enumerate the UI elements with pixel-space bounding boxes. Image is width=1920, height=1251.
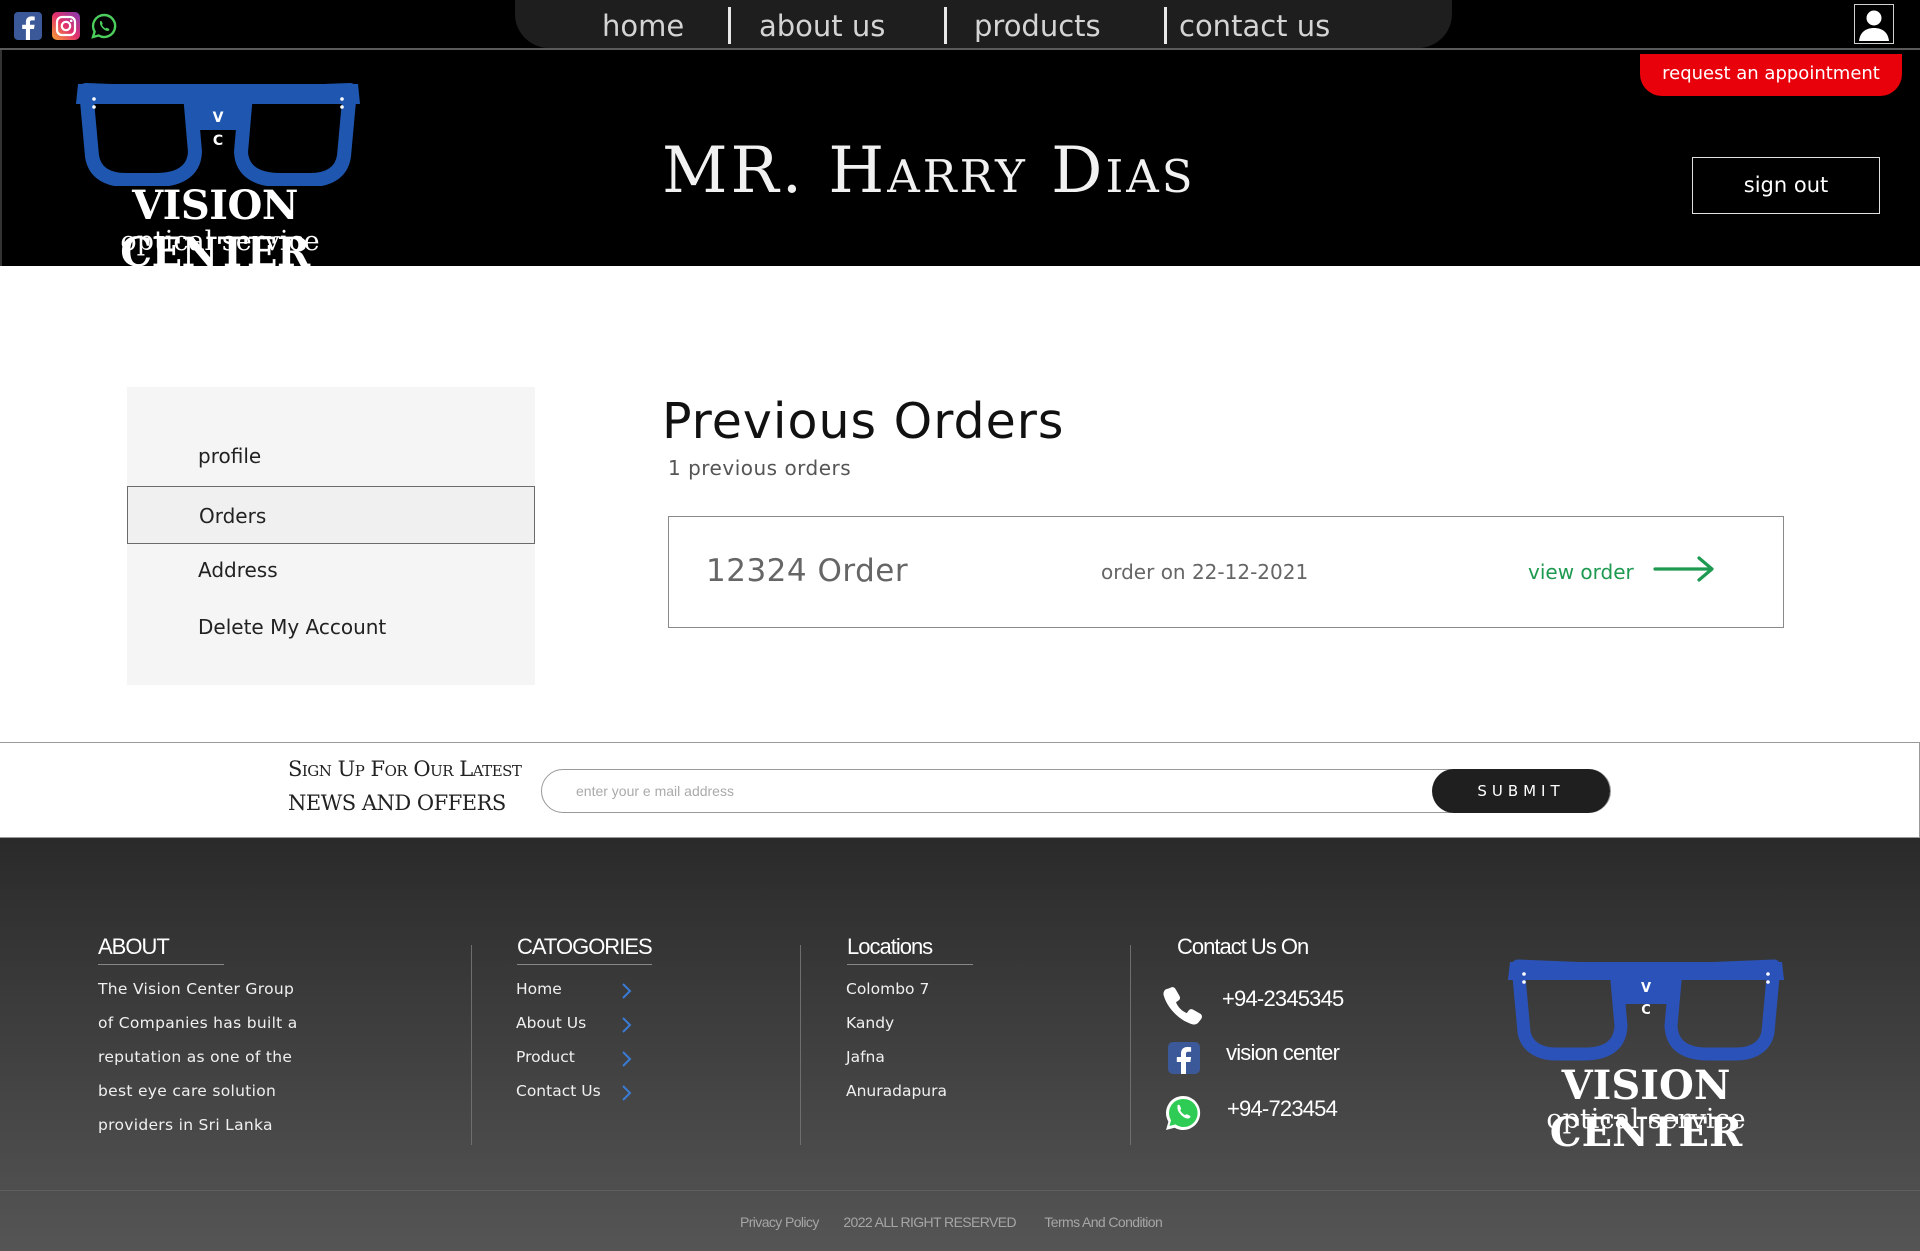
glasses-logo-icon: V C bbox=[1508, 959, 1784, 1061]
chevron-right-icon bbox=[622, 1017, 632, 1033]
footer-vision-center-logo: V C VISION CENTER optical service bbox=[1476, 956, 1816, 1156]
footer-link-home[interactable]: Home bbox=[516, 980, 562, 998]
nav-home[interactable]: home bbox=[602, 6, 684, 44]
facebook-icon bbox=[1168, 1042, 1200, 1074]
footer-phone-number[interactable]: +94-2345345 bbox=[1222, 986, 1344, 1012]
page-title: Previous Orders bbox=[662, 393, 1065, 450]
logo-initial-c: C bbox=[1641, 1003, 1651, 1018]
footer-categories-heading: CATOGORIES bbox=[517, 934, 653, 965]
footer-about-line: of Companies has built a bbox=[98, 1014, 298, 1032]
arrow-right-icon[interactable] bbox=[1653, 555, 1715, 583]
chevron-right-icon bbox=[622, 1051, 632, 1067]
facebook-icon[interactable] bbox=[14, 12, 42, 40]
footer-location: Jafna bbox=[846, 1048, 885, 1066]
account-sidebar: profile Orders Address Delete My Account bbox=[127, 387, 535, 685]
nav-separator bbox=[1164, 7, 1167, 44]
order-card: 12324 Order order on 22-12-2021 view ord… bbox=[668, 516, 1784, 628]
user-icon[interactable] bbox=[1854, 4, 1894, 44]
footer-about-line: best eye care solution bbox=[98, 1082, 277, 1100]
logo-subtitle: optical service bbox=[120, 226, 320, 257]
newsletter-heading-line2: NEWS AND OFFERS bbox=[288, 791, 506, 815]
chevron-right-icon bbox=[622, 1085, 632, 1101]
phone-icon bbox=[1163, 987, 1202, 1025]
vision-center-logo[interactable]: V C VISION CENTER optical service bbox=[48, 66, 388, 276]
footer-contact-heading: Contact Us On bbox=[1177, 934, 1309, 959]
order-date: order on 22-12-2021 bbox=[1101, 560, 1309, 584]
copyright-text: 2022 ALL RIGHT RESERVED bbox=[843, 1214, 1017, 1230]
footer-about-heading: ABOUT bbox=[98, 934, 224, 965]
newsletter-signup: Sign Up For Our Latest NEWS AND OFFERS S… bbox=[0, 742, 1920, 838]
nav-separator bbox=[728, 7, 731, 44]
main-nav: home about us products contact us bbox=[515, 0, 1452, 48]
sidebar-item-delete-account[interactable]: Delete My Account bbox=[127, 598, 535, 656]
orders-count: 1 previous orders bbox=[668, 456, 852, 480]
customer-name: MR. Harry Dias bbox=[662, 134, 1196, 208]
footer-about-line: The Vision Center Group bbox=[98, 980, 295, 998]
footer-location: Anuradapura bbox=[846, 1082, 947, 1100]
glasses-logo-icon: V C bbox=[76, 83, 360, 187]
footer-divider bbox=[471, 945, 472, 1145]
footer-divider bbox=[1130, 945, 1131, 1145]
footer-link-product[interactable]: Product bbox=[516, 1048, 575, 1066]
nav-contact-us[interactable]: contact us bbox=[1179, 6, 1330, 44]
top-nav-bar: home about us products contact us bbox=[0, 0, 1920, 50]
request-appointment-button[interactable]: request an appointment bbox=[1640, 54, 1902, 96]
footer-facebook-name[interactable]: vision center bbox=[1226, 1040, 1340, 1066]
site-footer: ABOUT The Vision Center Group of Compani… bbox=[0, 838, 1920, 1251]
footer-location: Colombo 7 bbox=[846, 980, 930, 998]
footer-about-text: The Vision Center Group of Companies has… bbox=[98, 972, 298, 1142]
footer-divider bbox=[800, 945, 801, 1145]
sidebar-item-address[interactable]: Address bbox=[127, 541, 535, 599]
footer-bottom-links: Privacy Policy 2022 ALL RIGHT RESERVED T… bbox=[740, 1214, 1163, 1230]
footer-locations-heading: Locations bbox=[847, 934, 973, 965]
whatsapp-icon bbox=[1166, 1095, 1201, 1130]
social-links bbox=[14, 12, 118, 40]
sidebar-item-profile[interactable]: profile bbox=[127, 427, 535, 485]
newsletter-submit-button[interactable]: SUBMIT bbox=[1432, 769, 1610, 813]
terms-link[interactable]: Terms And Condition bbox=[1044, 1214, 1162, 1230]
footer-link-contact-us[interactable]: Contact Us bbox=[516, 1082, 601, 1100]
chevron-right-icon bbox=[622, 983, 632, 999]
nav-products[interactable]: products bbox=[974, 6, 1101, 44]
sign-out-button[interactable]: sign out bbox=[1692, 157, 1880, 214]
view-order-link[interactable]: view order bbox=[1528, 560, 1634, 584]
nav-separator bbox=[944, 7, 947, 44]
footer-logo-subtitle: optical service bbox=[1546, 1104, 1746, 1135]
footer-about-line: providers in Sri Lanka bbox=[98, 1116, 273, 1134]
logo-initial-v: V bbox=[1641, 981, 1651, 996]
instagram-icon[interactable] bbox=[52, 12, 80, 40]
logo-initial-v: V bbox=[213, 110, 224, 126]
footer-bottom-divider bbox=[0, 1190, 1920, 1191]
footer-link-about-us[interactable]: About Us bbox=[516, 1014, 586, 1032]
whatsapp-icon[interactable] bbox=[90, 12, 118, 40]
sidebar-item-orders[interactable]: Orders bbox=[127, 486, 535, 544]
footer-about-line: reputation as one of the bbox=[98, 1048, 293, 1066]
privacy-policy-link[interactable]: Privacy Policy bbox=[740, 1214, 819, 1230]
footer-whatsapp-number[interactable]: +94-723454 bbox=[1227, 1096, 1338, 1122]
order-id: 12324 Order bbox=[706, 553, 909, 589]
logo-initial-c: C bbox=[213, 133, 223, 149]
newsletter-heading-line1: Sign Up For Our Latest bbox=[288, 757, 522, 781]
footer-location: Kandy bbox=[846, 1014, 895, 1032]
account-header: V C VISION CENTER optical service MR. Ha… bbox=[0, 50, 1920, 276]
nav-about-us[interactable]: about us bbox=[759, 6, 885, 44]
